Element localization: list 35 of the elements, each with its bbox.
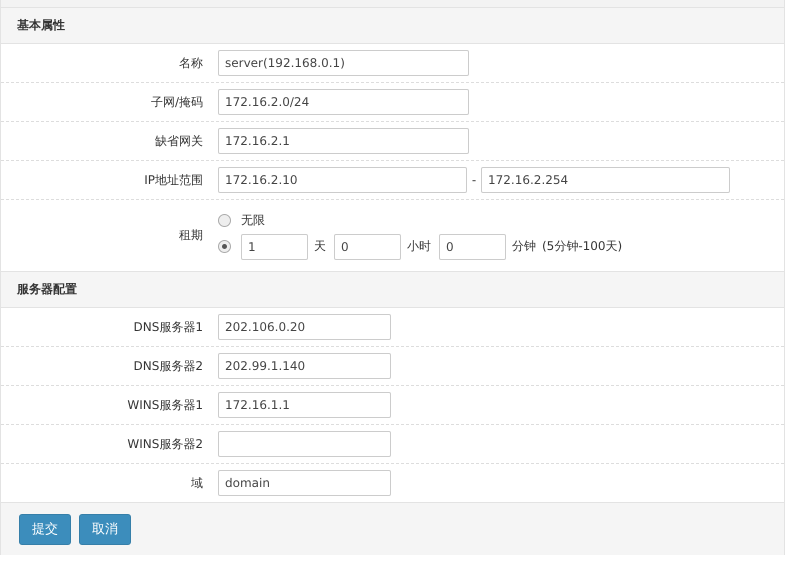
input-field[interactable]: 172.16.2.254 <box>481 167 730 193</box>
input-field[interactable]: 0 <box>334 234 401 260</box>
input-field[interactable]: 172.16.2.0/24 <box>218 89 469 115</box>
field-label: 域 <box>190 474 204 492</box>
field-label: DNS服务器1 <box>132 318 204 336</box>
input-field[interactable] <box>218 431 391 457</box>
radio-button[interactable] <box>218 240 231 253</box>
field-label: WINS服务器1 <box>126 396 204 414</box>
input-field[interactable]: server(192.168.0.1) <box>218 50 469 76</box>
section-title: 基本属性 <box>17 17 65 34</box>
input-field[interactable]: 1 <box>241 234 308 260</box>
input-field[interactable]: 202.106.0.20 <box>218 314 391 340</box>
unit-label: 小时 <box>407 238 431 255</box>
field-label: 缺省网关 <box>154 132 204 150</box>
input-field[interactable]: domain <box>218 470 391 496</box>
range-hint: (5分钟-100天) <box>542 238 622 255</box>
action-button[interactable]: 提交 <box>19 514 71 544</box>
section-title: 服务器配置 <box>17 281 77 298</box>
field-label: WINS服务器2 <box>126 436 204 452</box>
range-separator: - <box>470 173 478 187</box>
input-field[interactable]: 172.16.2.10 <box>218 167 467 193</box>
input-field[interactable]: 172.16.1.1 <box>218 392 391 418</box>
field-label: 租期 <box>178 227 204 244</box>
input-field[interactable]: 0 <box>439 234 506 260</box>
field-label: IP地址范围 <box>143 172 204 188</box>
option-label: 无限 <box>241 212 265 228</box>
input-field[interactable]: 202.99.1.140 <box>218 353 391 379</box>
input-field[interactable]: 172.16.2.1 <box>218 128 469 154</box>
unit-label: 天 <box>314 238 326 255</box>
field-label: DNS服务器2 <box>132 358 204 374</box>
radio-button[interactable] <box>218 214 231 226</box>
unit-label: 分钟 <box>512 238 536 255</box>
field-label: 子网/掩码 <box>150 94 204 110</box>
field-label: 名称 <box>178 54 204 72</box>
action-button[interactable]: 取消 <box>79 514 131 544</box>
